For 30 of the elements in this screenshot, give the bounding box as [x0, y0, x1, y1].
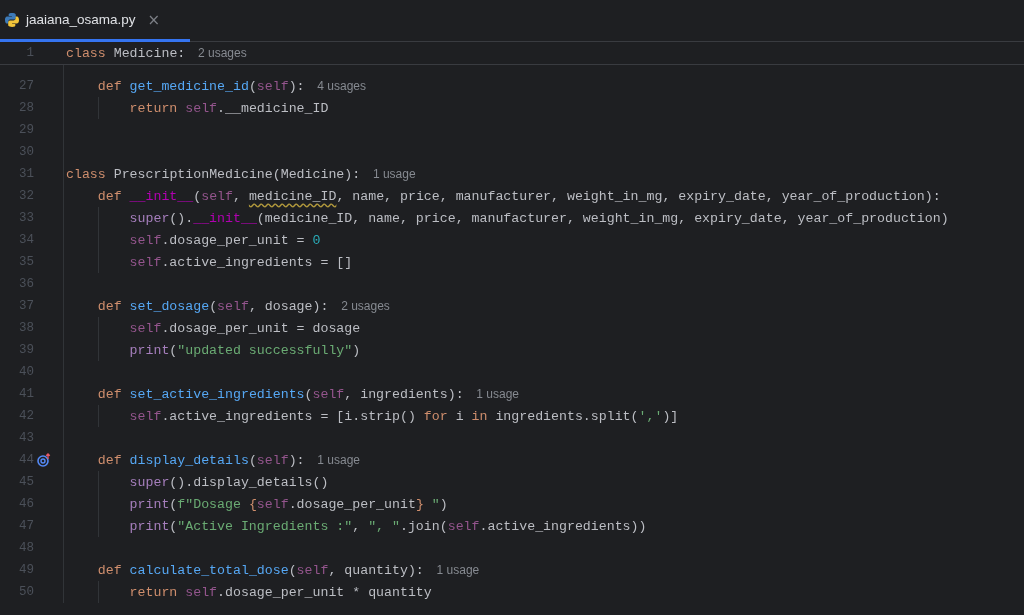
code-line: self.dosage_per_unit = dosage: [129, 320, 361, 336]
file-tab[interactable]: jaaiana_osama.py ×: [0, 0, 190, 42]
code-line: def __init__(self, medicine_ID, name, price, manufacturer, weight_in_mg, expiry_date, year_of_production):: [97, 188, 941, 204]
usage-hint[interactable]: 4 usages: [317, 79, 366, 93]
usage-hint[interactable]: 1 usage: [476, 387, 519, 401]
code-line: print("updated successfully"): [129, 342, 361, 358]
usage-hint[interactable]: 1 usage: [372, 167, 416, 181]
code-line: class PrescriptionMedicine(Medicine):: [66, 166, 361, 182]
usage-hint[interactable]: 2 usages: [341, 299, 390, 313]
code-line: print("Active Ingredients :", ", ".join(self.active_ingredients)): [129, 518, 647, 534]
code-line: return self.__medicine_ID: [129, 100, 329, 116]
code-line: self.active_ingredients = [i.strip() for i in ingredients.split(',')]: [129, 408, 679, 424]
code-line: super().__init__(medicine_ID, name, price, manufacturer, weight_in_mg, expiry_date, year_of_production): [129, 210, 949, 226]
code-line: class Medicine:: [66, 45, 186, 61]
usage-hint[interactable]: 1 usage: [436, 563, 480, 577]
code-line: def set_dosage(self, dosage):: [97, 298, 329, 314]
code-line: def set_active_ingredients(self, ingredients):: [97, 386, 464, 402]
code-line: self.dosage_per_unit = 0: [129, 232, 321, 248]
override-marker-icon[interactable]: [37, 453, 51, 467]
code-line: print(f"Dosage {self.dosage_per_unit} "): [129, 496, 448, 512]
usage-hint[interactable]: 2 usages: [198, 46, 247, 60]
code-line: return self.dosage_per_unit * quantity: [129, 584, 432, 600]
code-line: super().display_details(): [129, 474, 329, 490]
code-line: def display_details(self):: [97, 452, 305, 468]
code-line: self.active_ingredients = []: [129, 254, 353, 270]
python-file-icon: [4, 11, 20, 28]
code-line: def get_medicine_id(self):: [97, 78, 305, 94]
close-tab-button[interactable]: ×: [147, 10, 161, 29]
usage-hint[interactable]: 1 usage: [317, 453, 360, 467]
code-line: def calculate_total_dose(self, quantity):: [97, 562, 424, 578]
